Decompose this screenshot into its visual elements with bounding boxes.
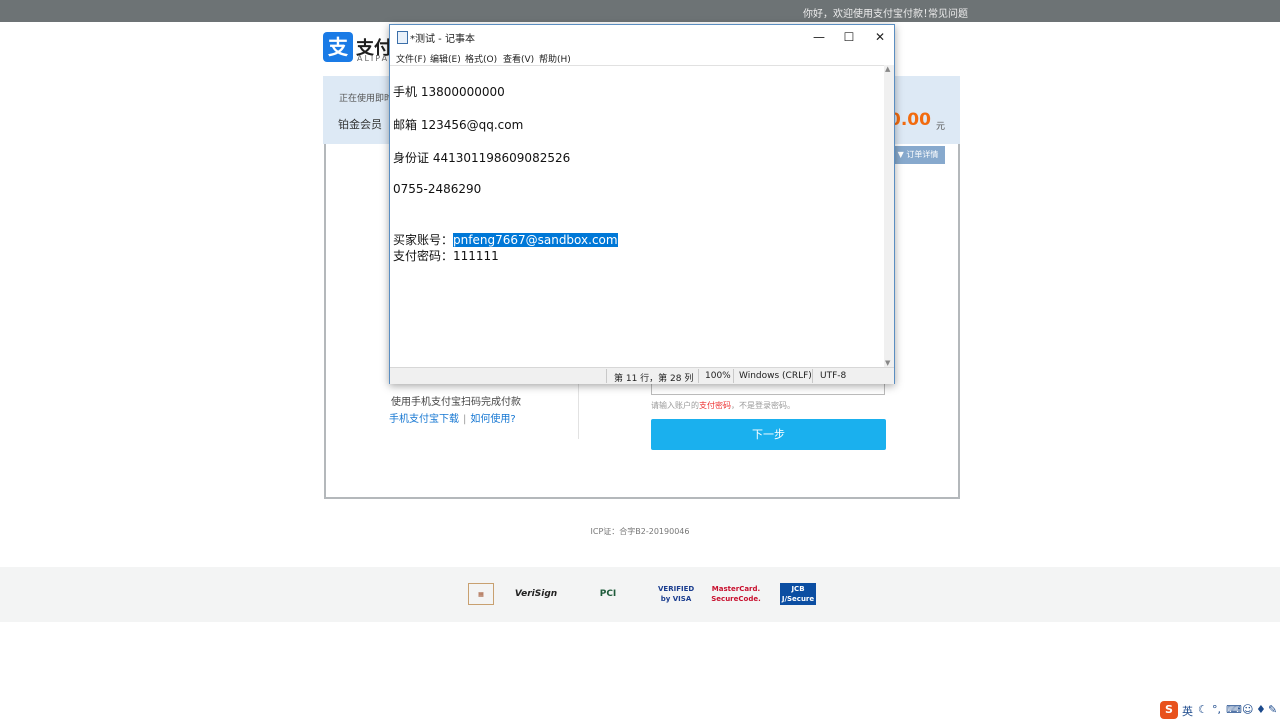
text-line-tel: 0755-2486290	[393, 182, 482, 196]
menu-file[interactable]: 文件(F)	[396, 52, 426, 65]
next-step-button[interactable]: 下一步	[651, 419, 886, 450]
sogou-ime-icon[interactable]: S	[1160, 701, 1178, 719]
alipay-logo: 支 支付宝 ALIPAY	[323, 32, 410, 66]
encoding: UTF-8	[820, 371, 847, 381]
trust-badges: ▦ VeriSign PCI VERIFIED by VISA MasterCa…	[0, 567, 1280, 622]
icp-license: ICP证：合字B2-20190046	[590, 527, 690, 536]
link-separator: |	[463, 414, 467, 425]
menu-edit[interactable]: 编辑(E)	[430, 52, 461, 65]
greeting-text: 你好，欢迎使用支付宝付款！	[803, 9, 933, 20]
how-to-use-link[interactable]: 如何使用?	[470, 414, 515, 425]
jcb-secure-logo: JCB J/Secure	[780, 583, 816, 605]
close-icon[interactable]: ✕	[866, 27, 894, 47]
notepad-text-area[interactable]: 手机 13800000000 邮箱 123456@qq.com 身份证 4413…	[390, 65, 884, 367]
alipay-logo-icon: 支	[323, 32, 353, 62]
hint-prefix: 请输入账户的	[651, 401, 699, 410]
text-line-paypwd: 支付密码：111111	[393, 249, 499, 263]
vertical-scrollbar[interactable]: ▲ ▼	[884, 65, 894, 367]
order-detail-button[interactable]: ▼ 订单详情	[891, 146, 945, 164]
notepad-title: *测试 - 记事本	[410, 34, 475, 45]
minimize-icon[interactable]: —	[805, 27, 833, 47]
notepad-icon	[397, 31, 408, 44]
notepad-statusbar: 第 11 行，第 28 列 100% Windows (CRLF) UTF-8	[390, 367, 894, 384]
panel-divider	[578, 384, 579, 439]
maximize-icon[interactable]: ☐	[835, 27, 863, 47]
mastercard-securecode-logo: MasterCard. SecureCode.	[711, 585, 761, 603]
faq-link[interactable]: 常见问题	[928, 5, 968, 20]
emoji-icon[interactable]: ☺	[1242, 703, 1253, 716]
amount-unit: 元	[936, 122, 946, 132]
moon-icon[interactable]: ☾	[1198, 703, 1208, 716]
punctuation-icon[interactable]: °,	[1212, 703, 1221, 716]
menu-view[interactable]: 查看(V)	[503, 52, 534, 65]
certificate-badge-icon: ▦	[468, 583, 494, 605]
verisign-logo: VeriSign	[514, 589, 558, 599]
app-download-link[interactable]: 手机支付宝下载	[389, 414, 459, 425]
buyer-account-selected: pnfeng7667@sandbox.com	[453, 233, 618, 247]
ime-language-toggle[interactable]: 英	[1182, 703, 1193, 719]
status-divider	[606, 369, 607, 383]
text-line-email: 邮箱 123456@qq.com	[393, 118, 524, 132]
scroll-down-icon[interactable]: ▼	[885, 359, 890, 367]
menu-help[interactable]: 帮助(H)	[539, 52, 571, 65]
status-divider	[698, 369, 699, 383]
order-amount: 0.00	[889, 110, 931, 130]
text-line-phone: 手机 13800000000	[393, 85, 505, 99]
tools-icon[interactable]: ✎	[1268, 703, 1277, 716]
notepad-titlebar[interactable]: *测试 - 记事本 — ☐ ✕	[390, 25, 894, 49]
hint-pay-password: 支付密码	[699, 401, 731, 410]
ime-toolbar: S 英 ☾ °, ⌨ ☺ ♦ ✎	[1160, 701, 1280, 720]
hint-suffix: ，不是登录密码。	[731, 401, 795, 410]
text-line-idcard: 身份证 441301198609082526	[393, 151, 571, 165]
status-divider	[812, 369, 813, 383]
buyer-account-label: 买家账号：	[393, 233, 454, 247]
zoom-level: 100%	[705, 371, 731, 381]
verified-by-visa-logo: VERIFIED by VISA	[658, 585, 695, 603]
line-ending: Windows (CRLF)	[739, 371, 812, 381]
cursor-position: 第 11 行，第 28 列	[614, 374, 694, 384]
scroll-up-icon[interactable]: ▲	[885, 65, 890, 73]
top-bar: 你好，欢迎使用支付宝付款！ 常见问题	[0, 0, 1280, 22]
notepad-window: *测试 - 记事本 — ☐ ✕ 文件(F) 编辑(E) 格式(O) 查看(V) …	[389, 24, 895, 384]
member-level: 铂金会员	[338, 118, 382, 131]
pay-password-hint: 请输入账户的支付密码，不是登录密码。	[651, 400, 795, 411]
pci-logo: PCI	[599, 589, 617, 599]
scan-links: 手机支付宝下载 | 如何使用?	[389, 410, 516, 425]
keyboard-icon[interactable]: ⌨	[1226, 703, 1242, 716]
menu-format[interactable]: 格式(O)	[465, 52, 497, 65]
text-line-buyer: 买家账号：pnfeng7667@sandbox.com	[393, 231, 618, 248]
skin-icon[interactable]: ♦	[1256, 703, 1266, 716]
status-divider	[733, 369, 734, 383]
scan-instruction: 使用手机支付宝扫码完成付款	[391, 397, 521, 408]
